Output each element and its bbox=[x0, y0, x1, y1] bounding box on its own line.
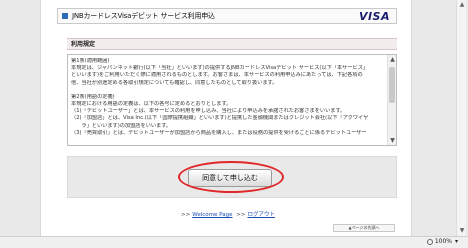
page-title: JNBカードレスVisaデビット サービス利用申込 bbox=[72, 12, 215, 20]
page-top-label: ページの先頭へ bbox=[351, 225, 380, 230]
service-header: JNBカードレスVisaデビット サービス利用申込 VISA bbox=[57, 8, 397, 24]
status-bar: 100% ▾ bbox=[0, 236, 468, 248]
scroll-up-icon[interactable]: ▲ bbox=[457, 0, 467, 10]
footer-links: >> Welcome Page >> ログアウト bbox=[41, 210, 413, 218]
terms-line: 本規定における用語の定義は、以下の各号に定めるとおりとします。 bbox=[71, 101, 232, 108]
scroll-thumb[interactable] bbox=[389, 67, 395, 103]
scroll-down-icon[interactable]: ▼ bbox=[457, 226, 467, 236]
terms-line: といいます)をご利用いただく際に適用されるものとします。お客さまは、本サービスの… bbox=[71, 72, 363, 79]
zoom-level: 100% bbox=[434, 238, 452, 245]
agree-and-apply-button[interactable]: 同意して申し込む bbox=[188, 169, 272, 187]
scroll-up-icon[interactable]: ▲ bbox=[388, 55, 396, 64]
terms-line: 第2条(用語の定義) bbox=[71, 93, 115, 100]
terms-line: 本規定は、ジャパンネット銀行(以下「当社」といいます)の提供するJNBカードレス… bbox=[71, 65, 369, 72]
page-top-button[interactable]: ▲ページの先頭へ bbox=[333, 224, 395, 232]
visa-logo: VISA bbox=[358, 10, 390, 23]
terms-scrollbar[interactable]: ▲ ▼ bbox=[387, 55, 396, 145]
terms-line: ラ」といいます)の加盟店をいいます。 bbox=[71, 122, 172, 129]
section-title: 利用規定 bbox=[67, 38, 397, 50]
window-scrollbar[interactable]: ▲ ▼ bbox=[456, 0, 466, 236]
page-content: JNBカードレスVisaデビット サービス利用申込 VISA 利用規定 第1条(… bbox=[40, 0, 412, 236]
terms-gap bbox=[71, 87, 385, 94]
logout-link[interactable]: ログアウト bbox=[247, 212, 275, 218]
terms-line: （3)「売買取引」とは、デビットユーザーが加盟店から商品を購入し、または役務の提… bbox=[71, 129, 367, 136]
magnifier-icon bbox=[426, 238, 433, 245]
chevron-down-icon[interactable]: ▾ bbox=[455, 238, 458, 245]
terms-line: 他、当社が別途定める各取引規定についても確認し、同意したものとして取り扱います。 bbox=[71, 79, 278, 86]
header-bullet-icon bbox=[62, 13, 68, 19]
button-area: 同意して申し込む bbox=[67, 156, 397, 198]
arrow-icon: >> bbox=[181, 212, 191, 218]
scroll-down-icon[interactable]: ▼ bbox=[388, 136, 396, 145]
terms-line: （1)「デビットユーザー」とは、本サービスの利用を申し込み、当社により申込みを承… bbox=[71, 108, 346, 115]
terms-box[interactable]: 第1条(適用範囲) 本規定は、ジャパンネット銀行(以下「当社」といいます)の提供… bbox=[67, 54, 397, 146]
zoom-control[interactable]: 100% ▾ bbox=[426, 238, 458, 245]
welcome-page-link[interactable]: Welcome Page bbox=[192, 212, 232, 218]
terms-text: 第1条(適用範囲) 本規定は、ジャパンネット銀行(以下「当社」といいます)の提供… bbox=[71, 58, 385, 137]
arrow-icon: >> bbox=[236, 212, 246, 218]
terms-line: 第1条(適用範囲) bbox=[71, 58, 110, 64]
terms-line: （2)「加盟店」とは、Visa Inc.(以下「国際提携組織」といいます)と提携… bbox=[71, 115, 369, 122]
